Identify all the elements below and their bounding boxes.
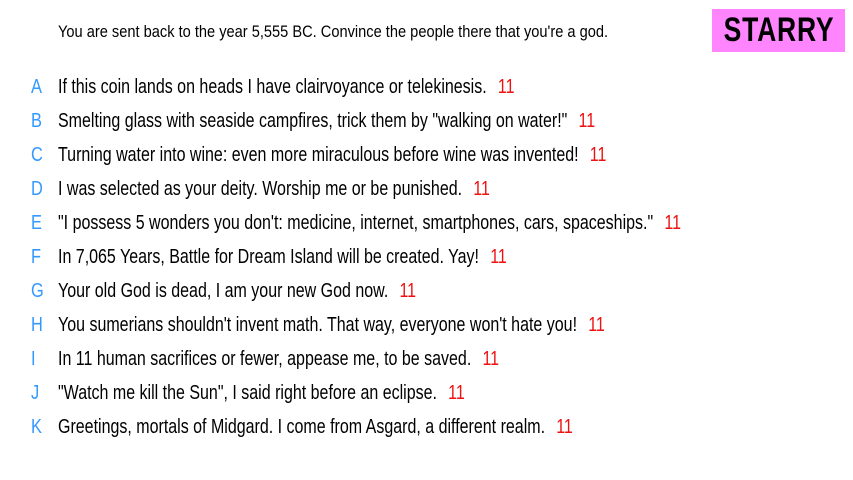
entry-b: B Smelting glass with seaside campfires,… <box>0 104 853 138</box>
entry-letter: G <box>31 279 44 302</box>
entry-letter: H <box>31 313 43 336</box>
entry-k: K Greetings, mortals of Midgard. I come … <box>0 410 853 444</box>
entry-text: Turning water into wine: even more mirac… <box>58 143 579 166</box>
entry-text: Your old God is dead, I am your new God … <box>58 279 389 302</box>
entry-score: 11 <box>588 313 605 336</box>
badge-label: STARRY <box>723 11 834 49</box>
entry-letter: K <box>31 415 42 438</box>
entry-letter: B <box>31 109 42 132</box>
entry-line: If this coin lands on heads I have clair… <box>58 76 515 99</box>
entry-line: I was selected as your deity. Worship me… <box>58 178 490 201</box>
entry-line: "I possess 5 wonders you don't: medicine… <box>58 212 681 235</box>
entry-score: 11 <box>482 347 500 370</box>
entry-text: I was selected as your deity. Worship me… <box>58 177 463 200</box>
entry-line: You sumerians shouldn't invent math. Tha… <box>58 314 605 337</box>
prompt-text: You are sent back to the year 5,555 BC. … <box>58 22 609 41</box>
entry-line: Greetings, mortals of Midgard. I come fr… <box>58 416 573 439</box>
entry-line: Your old God is dead, I am your new God … <box>58 280 416 303</box>
entry-text: In 7,065 Years, Battle for Dream Island … <box>58 245 479 268</box>
entry-c: C Turning water into wine: even more mir… <box>0 138 853 172</box>
entry-letter: D <box>31 177 43 200</box>
entry-letter: C <box>31 143 43 166</box>
entry-f: F In 7,065 Years, Battle for Dream Islan… <box>0 240 853 274</box>
entry-score: 11 <box>556 415 573 438</box>
entry-letter: E <box>31 211 42 234</box>
entry-score: 11 <box>589 143 607 166</box>
entry-score: 11 <box>497 75 515 98</box>
entry-j: J "Watch me kill the Sun", I said right … <box>0 376 853 410</box>
entry-line: In 11 human sacrifices or fewer, appease… <box>58 348 499 371</box>
entry-line: Smelting glass with seaside campfires, t… <box>58 110 595 133</box>
entry-d: D I was selected as your deity. Worship … <box>0 172 853 206</box>
entry-text: "I possess 5 wonders you don't: medicine… <box>58 211 654 234</box>
entry-i: I In 11 human sacrifices or fewer, appea… <box>0 342 853 376</box>
entry-text: You sumerians shouldn't invent math. Tha… <box>58 313 578 336</box>
entry-score: 11 <box>664 211 681 234</box>
entry-text: In 11 human sacrifices or fewer, appease… <box>58 347 472 370</box>
entry-text: Smelting glass with seaside campfires, t… <box>58 109 568 132</box>
entry-a: A If this coin lands on heads I have cla… <box>0 70 853 104</box>
entry-line: "Watch me kill the Sun", I said right be… <box>58 382 465 405</box>
entry-e: E "I possess 5 wonders you don't: medici… <box>0 206 853 240</box>
entries-list: A If this coin lands on heads I have cla… <box>0 70 853 450</box>
entry-score: 11 <box>448 381 465 404</box>
entry-score: 11 <box>578 109 596 132</box>
entry-letter: F <box>31 245 42 268</box>
entry-letter: I <box>31 347 36 370</box>
entry-letter: J <box>31 381 40 404</box>
entry-text: Greetings, mortals of Midgard. I come fr… <box>58 415 546 438</box>
entry-text: If this coin lands on heads I have clair… <box>58 75 487 98</box>
entry-line: In 7,065 Years, Battle for Dream Island … <box>58 246 507 269</box>
entry-h: H You sumerians shouldn't invent math. T… <box>0 308 853 342</box>
entry-score: 11 <box>399 279 417 302</box>
contestant-name-badge: STARRY <box>712 9 845 52</box>
entry-line: Turning water into wine: even more mirac… <box>58 144 606 167</box>
entry-g: G Your old God is dead, I am your new Go… <box>0 274 853 308</box>
entry-score: 11 <box>490 245 507 268</box>
entry-text: "Watch me kill the Sun", I said right be… <box>58 381 437 404</box>
entry-letter: A <box>31 75 42 98</box>
entry-score: 11 <box>473 177 490 200</box>
